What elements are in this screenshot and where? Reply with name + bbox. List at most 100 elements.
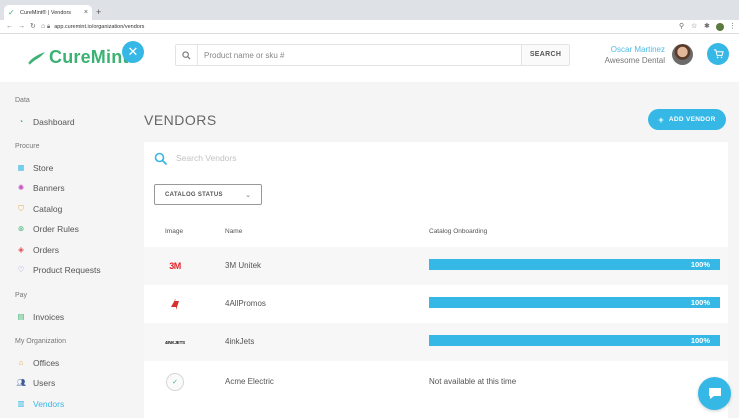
sidebar-item-label: Catalog [33, 204, 63, 214]
reload-icon[interactable]: ↻ [30, 22, 36, 31]
cart-button[interactable] [707, 43, 729, 65]
sidebar-item-offices[interactable]: ⌂ Offices [15, 356, 60, 370]
sidebar-item-order-rules[interactable]: ⊛ Order Rules [15, 222, 79, 236]
section-heading-my-organization: My Organization [15, 338, 66, 345]
dashboard-icon: ◔ [18, 117, 24, 126]
bookmark-star-icon[interactable]: ☆ [691, 22, 697, 31]
vendor-logo-4inkjets: 4INKJETS [164, 332, 186, 352]
vendor-logo-acme-electric: ✓ [164, 372, 186, 392]
chat-support-button[interactable] [698, 377, 731, 410]
progress-label: 100% [690, 298, 710, 307]
search-button[interactable]: SEARCH [521, 45, 569, 65]
vendor-logo-3m: 3M [164, 256, 186, 276]
tab-close-icon[interactable]: × [84, 9, 88, 16]
table-row[interactable]: 3M 3M Unitek 100% [144, 247, 728, 285]
column-header-image[interactable]: Image [165, 228, 183, 235]
curemint-favicon: ✓ [8, 7, 15, 17]
tab-title: CureMint® | Vendors [20, 9, 72, 16]
vendor-search-input[interactable] [176, 150, 576, 166]
logo-text: CureMint [49, 46, 129, 67]
sidebar-item-users[interactable]: 👥︎ Users [15, 376, 55, 390]
product-search-input[interactable] [204, 45, 519, 65]
column-header-name[interactable]: Name [225, 228, 242, 235]
section-heading-data: Data [15, 97, 30, 104]
progress-fill [429, 259, 720, 270]
chevron-down-icon: ⌄ [245, 191, 251, 199]
sidebar-item-orders[interactable]: ◈ Orders [15, 243, 59, 257]
sidebar-item-label: Offices [33, 358, 60, 368]
onboarding-status-text: Not available at this time [429, 377, 517, 386]
vendor-name: Acme Electric [225, 377, 274, 386]
vendor-name: 4AllPromos [225, 299, 266, 308]
browser-profile-avatar[interactable] [716, 23, 724, 31]
store-icon: ▦ [17, 163, 25, 172]
url-field[interactable]: 🔒︎ app.curemint.io/organization/vendors [47, 22, 672, 32]
sidebar-item-label: Dashboard [33, 117, 75, 127]
users-icon: 👥︎ [16, 378, 26, 387]
table-row[interactable]: 4INKJETS 4inkJets 100% [144, 323, 728, 361]
section-heading-pay: Pay [15, 292, 28, 299]
forward-icon[interactable]: → [18, 22, 25, 31]
sidebar-item-label: Store [33, 163, 54, 173]
search-icon [176, 45, 198, 65]
sidebar-item-store[interactable]: ▦ Store [15, 161, 53, 175]
onboarding-progress-bar: 100% [429, 297, 720, 308]
home-icon[interactable]: ⌂ [41, 22, 45, 31]
close-menu-button[interactable]: ✕ [122, 41, 144, 63]
onboarding-progress-bar: 100% [429, 259, 720, 270]
chat-icon [708, 388, 721, 399]
extension-icon[interactable]: ✱ [704, 22, 710, 31]
progress-fill [429, 335, 720, 346]
sidebar-item-label: Product Requests [33, 265, 101, 275]
back-icon[interactable]: ← [6, 22, 13, 31]
product-search-bar: SEARCH [175, 44, 570, 66]
add-vendor-button[interactable]: + ADD VENDOR [648, 109, 726, 130]
vendor-search-icon [154, 152, 168, 166]
user-name[interactable]: Oscar Martinez [611, 45, 665, 54]
vendors-icon: ▥ [17, 399, 25, 408]
onboarding-progress-bar: 100% [429, 335, 720, 346]
curemint-logo[interactable]: CureMint ® [27, 46, 132, 68]
catalog-status-dropdown[interactable]: CATALOG STATUS ⌄ [154, 184, 262, 205]
sidebar-item-label: Vendors [33, 399, 65, 409]
progress-label: 100% [690, 260, 710, 269]
url-text: app.curemint.io/organization/vendors [54, 24, 145, 30]
catalog-status-label: CATALOG STATUS [165, 191, 223, 198]
page-title: VENDORS [144, 112, 217, 128]
table-row[interactable]: ✓ Acme Electric Not available at this ti… [144, 363, 728, 401]
invoices-icon: ▤ [17, 312, 25, 321]
catalog-icon: ⛉ [18, 204, 24, 213]
product-requests-icon: ♡ [17, 265, 25, 274]
new-tab-button[interactable]: + [96, 8, 101, 17]
orders-icon: ◈ [18, 245, 24, 254]
sidebar-item-catalog[interactable]: ⛉ Catalog [15, 202, 62, 216]
sidebar-item-label: Orders [33, 245, 59, 255]
sidebar-item-dashboard[interactable]: ◔ Dashboard [15, 115, 75, 129]
vendors-card: CATALOG STATUS ⌄ Image Name Catalog Onbo… [144, 142, 728, 418]
close-icon: ✕ [127, 44, 139, 59]
add-vendor-label: ADD VENDOR [668, 116, 716, 123]
vendor-logo-text: 4INKJETS [165, 339, 185, 345]
plus-icon: + [658, 114, 664, 125]
column-header-catalog-onboarding[interactable]: Catalog Onboarding [429, 228, 487, 235]
table-row[interactable]: 4AllPromos 100% [144, 285, 728, 323]
sidebar-item-invoices[interactable]: ▤ Invoices [15, 310, 64, 324]
browser-address-bar: ← → ↻ ⌂ 🔒︎ app.curemint.io/organization/… [0, 20, 739, 34]
vendor-name: 4inkJets [225, 337, 255, 346]
sidebar-item-banners[interactable]: ✺ Banners [15, 181, 65, 195]
cart-icon [713, 49, 724, 59]
browser-tab[interactable]: ✓ CureMint® | Vendors × [4, 5, 92, 20]
sidebar-item-product-requests[interactable]: ♡ Product Requests [15, 263, 101, 277]
progress-label: 100% [690, 336, 710, 345]
sidebar-item-label: Banners [33, 183, 65, 193]
browser-tabstrip: ✓ CureMint® | Vendors × + [0, 0, 739, 20]
offices-icon: ⌂ [18, 358, 24, 367]
user-avatar[interactable] [672, 44, 693, 65]
banners-icon: ✺ [17, 183, 25, 192]
zoom-icon[interactable]: ⚲ [679, 22, 684, 31]
browser-menu-icon[interactable]: ⋮ [729, 22, 736, 31]
sidebar-item-vendors[interactable]: ▥ Vendors [15, 397, 64, 411]
vendor-name: 3M Unitek [225, 261, 262, 270]
curemint-leaf-icon [28, 52, 45, 65]
progress-fill [429, 297, 720, 308]
